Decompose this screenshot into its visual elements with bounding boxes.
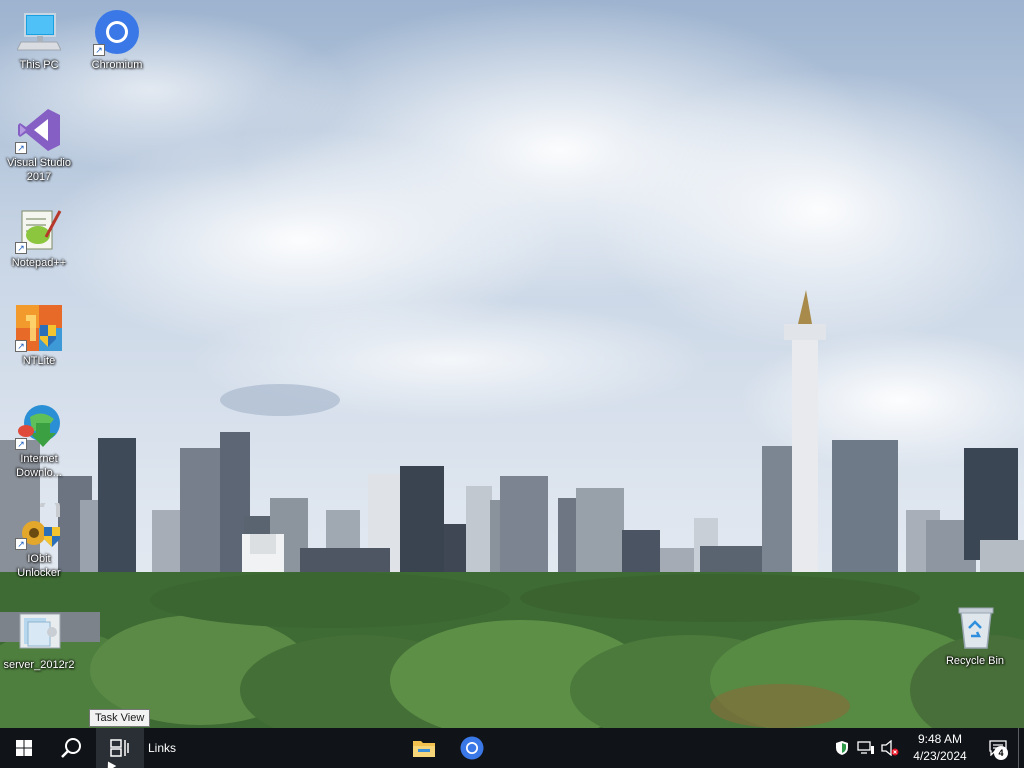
chromium-icon: ↗ (93, 8, 141, 56)
start-button[interactable] (0, 728, 48, 768)
desktop-icon-recycle-bin[interactable]: Recycle Bin (937, 604, 1013, 668)
desktop-icon-visual-studio[interactable]: ↗ Visual Studio 2017 (1, 106, 77, 184)
notepad-plus-plus-icon: ↗ (15, 206, 63, 254)
volume-muted-icon[interactable] (878, 728, 902, 768)
desktop-icon-label: server_2012r2 (3, 659, 75, 671)
search-button[interactable] (48, 728, 96, 768)
desktop-icon-server-2012r2[interactable]: server_2012r2 (1, 608, 77, 672)
desktop-icon-label: Notepad++ (11, 257, 67, 269)
system-tray: 9:48 AM 4/23/2024 4 (830, 728, 1024, 768)
desktop-icon-label: NTLite (22, 355, 56, 367)
desktop-icon-label: Visual Studio 2017 (6, 157, 71, 183)
links-toolbar[interactable]: Links (144, 728, 186, 768)
task-view-icon (110, 739, 129, 757)
desktop-icon-label: Recycle Bin (945, 655, 1005, 667)
desktop-icon-internet-download-manager[interactable]: ↗ Internet Downlo... (1, 402, 77, 480)
desktop-icon-label: IObit Unlocker (17, 553, 61, 579)
internet-download-manager-icon: ↗ (15, 402, 63, 450)
desktop-icon-label: This PC (19, 59, 59, 71)
ntlite-icon: ↗ (15, 304, 63, 352)
taskbar-file-explorer[interactable] (400, 728, 448, 768)
notification-count-badge: 4 (994, 746, 1008, 760)
desktop-wallpaper (0, 0, 1024, 728)
recycle-bin-icon (951, 604, 999, 652)
clock-date: 4/23/2024 (913, 749, 967, 763)
desktop-icon-iobit-unlocker[interactable]: ↗ IObit Unlocker (1, 502, 77, 580)
action-center-button[interactable]: 4 (978, 728, 1018, 768)
disc-image-icon (15, 608, 63, 656)
folder-icon (413, 741, 435, 757)
shortcut-arrow-icon: ↗ (15, 438, 27, 450)
taskbar: Links 9:48 AM 4/23/2024 4 (0, 728, 1024, 768)
desktop-icon-chromium[interactable]: ↗ Chromium (79, 8, 155, 72)
shortcut-arrow-icon: ↗ (15, 340, 27, 352)
shortcut-arrow-icon: ↗ (15, 538, 27, 550)
shortcut-arrow-icon: ↗ (15, 242, 27, 254)
visual-studio-icon: ↗ (15, 106, 63, 154)
chromium-icon (460, 736, 484, 760)
shortcut-arrow-icon: ↗ (93, 44, 105, 56)
desktop-icon-this-pc[interactable]: This PC (1, 8, 77, 72)
windows-logo-icon (16, 740, 32, 756)
iobit-unlocker-icon: ↗ (15, 502, 63, 550)
shortcut-arrow-icon: ↗ (15, 142, 27, 154)
desktop-icon-ntlite[interactable]: ↗ NTLite (1, 304, 77, 368)
task-view-button[interactable] (96, 728, 144, 768)
clock[interactable]: 9:48 AM 4/23/2024 (902, 728, 978, 768)
task-view-tooltip: Task View (89, 709, 151, 727)
desktop-icon-label: Internet Downlo... (16, 453, 62, 479)
desktop-icon-label: Chromium (91, 59, 143, 71)
show-desktop-button[interactable] (1018, 728, 1024, 768)
computer-icon (15, 8, 63, 56)
network-icon[interactable] (854, 728, 878, 768)
clock-time: 9:48 AM (917, 732, 963, 746)
security-shield-icon[interactable] (830, 728, 854, 768)
desktop-icon-notepad-plus-plus[interactable]: ↗ Notepad++ (1, 206, 77, 270)
pinned-apps (400, 728, 496, 768)
taskbar-chromium[interactable] (448, 728, 496, 768)
search-icon (61, 738, 81, 758)
